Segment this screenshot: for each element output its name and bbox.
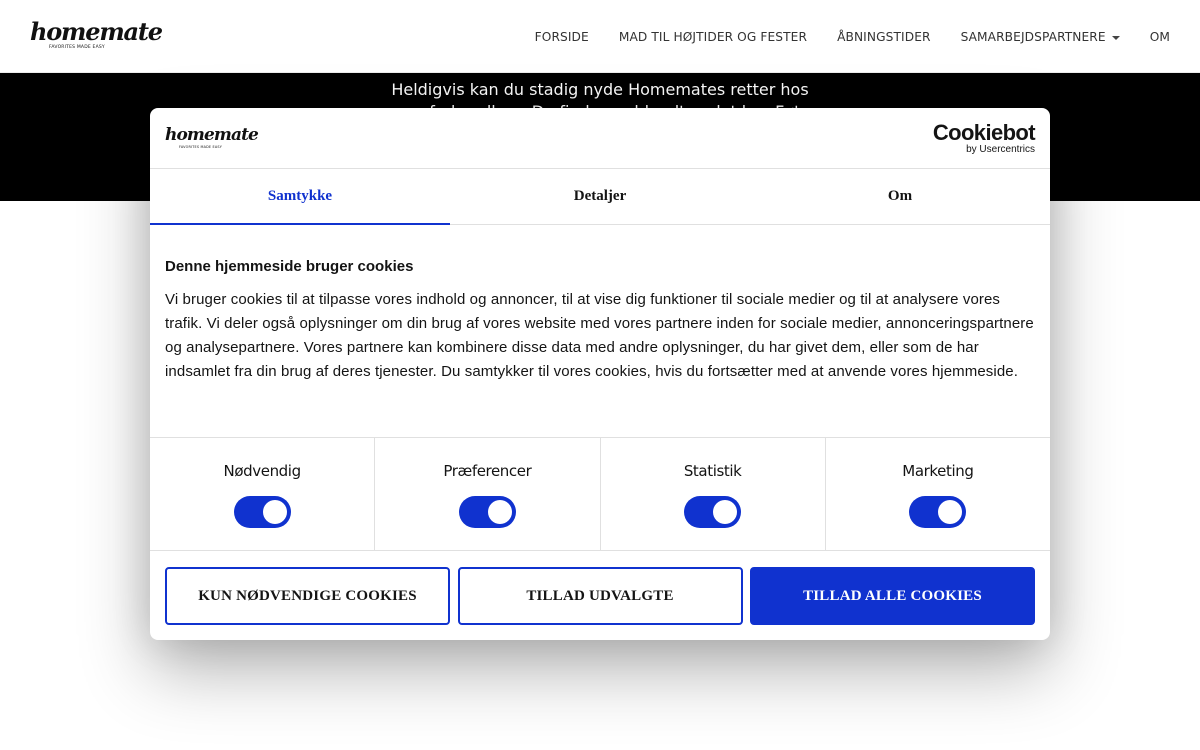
category-label: Marketing xyxy=(902,462,974,480)
toggle-statistik[interactable] xyxy=(684,496,742,528)
category-marketing: Marketing xyxy=(826,438,1050,550)
dialog-body: Denne hjemmeside bruger cookies Vi bruge… xyxy=(165,258,1035,384)
tab-om[interactable]: Om xyxy=(750,169,1050,224)
toggle-marketing[interactable] xyxy=(909,496,967,528)
dialog-site-logo: homemate FAVORITES MADE EASY xyxy=(165,125,259,149)
nav-item-samarbejdspartnere-label: SAMARBEJDSPARTNERE xyxy=(960,29,1106,44)
category-statistik: Statistik xyxy=(601,438,826,550)
cookie-consent-dialog: homemate FAVORITES MADE EASY Cookiebot b… xyxy=(150,108,1050,640)
category-label: Statistik xyxy=(683,462,742,480)
logo-wordmark: homemate xyxy=(30,17,163,46)
dialog-description: Vi bruger cookies til at tilpasse vores … xyxy=(165,291,1034,380)
dialog-header: homemate FAVORITES MADE EASY Cookiebot b… xyxy=(150,108,1050,169)
category-label: Præferencer xyxy=(443,462,532,480)
dialog-title: Denne hjemmeside bruger cookies xyxy=(165,258,414,275)
tab-samtykke[interactable]: Samtykke xyxy=(150,169,450,225)
nav-item-forside[interactable]: FORSIDE xyxy=(535,30,589,44)
cookiebot-logo[interactable]: Cookiebot by Usercentrics xyxy=(932,120,1036,155)
site-logo[interactable]: homemate FAVORITES MADE EASY xyxy=(30,17,163,54)
toggle-nodvendig[interactable] xyxy=(233,496,291,528)
nav-item-mad-til-hojtider[interactable]: MAD TIL HØJTIDER OG FESTER xyxy=(619,30,807,44)
toggle-knob xyxy=(262,500,287,524)
dialog-tabs: Samtykke Detaljer Om xyxy=(150,169,1050,225)
toggle-knob xyxy=(713,500,738,524)
cookie-categories: Nødvendig Præferencer Statistik Marketin… xyxy=(150,437,1050,551)
cookiebot-byline: by Usercentrics xyxy=(966,144,1035,155)
tab-detaljer[interactable]: Detaljer xyxy=(450,169,750,224)
dialog-logo-wordmark: homemate xyxy=(165,125,259,145)
caret-down-icon xyxy=(1111,35,1120,40)
main-nav: FORSIDE MAD TIL HØJTIDER OG FESTER ÅBNIN… xyxy=(505,0,1170,73)
allow-all-button[interactable]: TILLAD ALLE COOKIES xyxy=(750,567,1035,625)
allow-selected-button[interactable]: TILLAD UDVALGTE xyxy=(457,567,743,625)
dialog-logo-tagline: FAVORITES MADE EASY xyxy=(179,145,223,149)
nav-item-abningstider[interactable]: ÅBNINGSTIDER xyxy=(837,30,931,44)
toggle-praeferencer[interactable] xyxy=(458,496,516,528)
cookiebot-name: Cookiebot xyxy=(932,120,1036,145)
necessary-only-button[interactable]: KUN NØDVENDIGE COOKIES xyxy=(165,567,450,625)
category-label: Nødvendig xyxy=(223,462,302,480)
dialog-actions: KUN NØDVENDIGE COOKIES TILLAD UDVALGTE T… xyxy=(165,567,1035,625)
hero-text-line-1: Heldigvis kan du stadig nyde Homemates r… xyxy=(391,80,809,99)
category-nodvendig: Nødvendig xyxy=(150,438,376,550)
toggle-knob xyxy=(487,500,512,524)
nav-item-samarbejdspartnere[interactable]: SAMARBEJDSPARTNERE xyxy=(961,30,1120,44)
nav-item-om[interactable]: OM xyxy=(1150,30,1170,44)
toggle-knob xyxy=(938,500,963,524)
category-praeferencer: Præferencer xyxy=(375,438,601,550)
site-header: homemate FAVORITES MADE EASY FORSIDE MAD… xyxy=(0,0,1200,73)
